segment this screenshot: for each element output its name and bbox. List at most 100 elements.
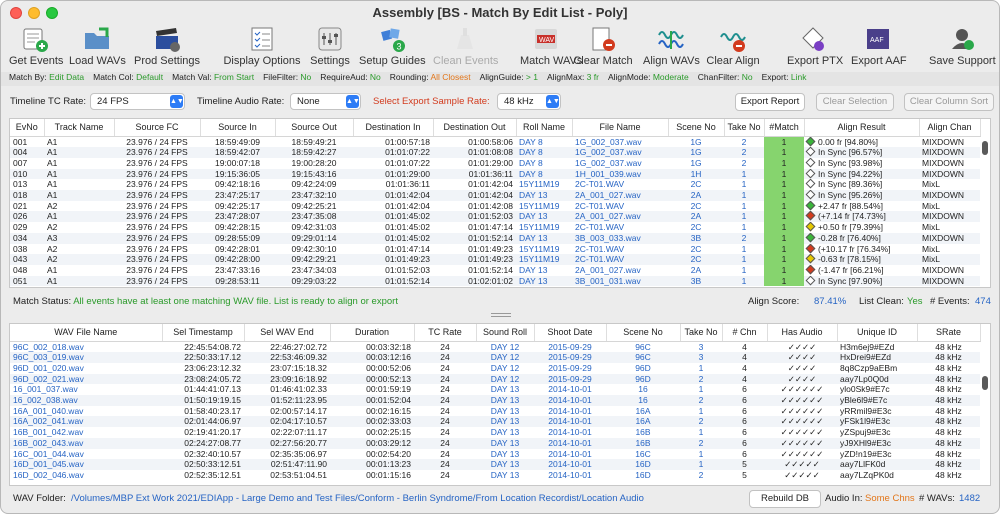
table-row[interactable]: 16D_001_045.wav 02:50:33:12.51 02:51:47:11… (10, 459, 980, 470)
toolbar-button-setup-guides[interactable]: 3 Setup Guides (359, 25, 426, 71)
toolbar-button-clean-events[interactable]: Clean Events (433, 25, 498, 71)
toolbar-button-clear-match[interactable]: Clear Match (573, 25, 633, 71)
column-header[interactable]: Source FC (114, 119, 201, 137)
table-row[interactable]: 16_002_038.wav 01:50:19:19.15 01:52:11:23.… (10, 395, 980, 406)
table-row[interactable]: 16C_001_044.wav 02:32:40:10.57 02:35:35:06… (10, 449, 980, 460)
wav-folder-path[interactable]: /Volumes/MBP Ext Work 2021/EDIApp - Larg… (71, 493, 751, 504)
table-row[interactable]: 16A_001_040.wav 01:58:40:23.17 02:00:57:14… (10, 406, 980, 417)
events-scrollbar[interactable] (982, 141, 988, 155)
table-row[interactable]: 021 A2 23.976 / 24 FPS 09:42:25:17 09:42:25:… (10, 200, 980, 212)
status-item-value: > 1 (525, 72, 538, 82)
export-report-button[interactable]: Export Report (735, 93, 805, 111)
column-header[interactable]: Sel WAV End (244, 324, 331, 342)
table-row[interactable]: 001 A1 23.976 / 24 FPS 18:59:49:09 18:59:49:… (10, 136, 980, 148)
column-header[interactable]: Source In (200, 119, 276, 137)
column-header[interactable]: Take No (680, 324, 723, 342)
table-row[interactable]: 010 A1 23.976 / 24 FPS 19:15:36:05 19:15:43:… (10, 168, 980, 180)
column-header[interactable]: # Chn (722, 324, 768, 342)
wav-scrollbar[interactable] (982, 376, 988, 390)
toolbar-button-align-wavs[interactable]: Align WAVs (643, 25, 700, 71)
toolbar-button-export-ptx[interactable]: Export PTX (787, 25, 843, 71)
table-cell: DAY 8 (519, 157, 543, 168)
clear-column-sort-button[interactable]: Clear Column Sort (904, 93, 994, 111)
table-row[interactable]: 029 A2 23.976 / 24 FPS 09:42:28:15 09:42:31:… (10, 222, 980, 233)
table-cell: 24 (440, 427, 450, 438)
status-diamond-icon (805, 168, 816, 179)
toolbar-button-prod-settings[interactable]: Prod Settings (134, 25, 200, 71)
toolbar-button-load-wavs[interactable]: Load WAVs (69, 25, 126, 71)
column-header[interactable]: Sel Timestamp (162, 324, 245, 342)
wav-table[interactable]: WAV File Name Sel Timestamp Sel WAV End Dur… (9, 323, 991, 486)
toolbar-button-export-aaf[interactable]: AAF Export AAF (851, 25, 907, 71)
table-row[interactable]: 96D_002_021.wav 23:08:24:05.72 23:09:16:18… (10, 373, 980, 385)
export-rate-popup[interactable]: 48 kHz ▲▼ (497, 93, 561, 110)
table-row[interactable]: 004 A1 23.976 / 24 FPS 18:59:42:07 18:59:42:… (10, 147, 980, 158)
toolbar-button-display-options[interactable]: Display Options (223, 25, 301, 71)
column-header[interactable]: Take No (724, 119, 765, 137)
table-row[interactable]: 16A_002_041.wav 02:01:44:06.97 02:04:17:10… (10, 416, 980, 428)
audio-rate-popup[interactable]: None ▲▼ (290, 93, 361, 110)
toolbar-button-clear-align[interactable]: Clear Align (706, 25, 760, 71)
status-item-value: From Start (213, 72, 255, 82)
list-clean-label: List Clean: (859, 296, 904, 307)
toolbar-button-match-wavs[interactable]: WAV Match WAVs (520, 25, 582, 71)
tc-rate-popup[interactable]: 24 FPS ▲▼ (90, 93, 185, 110)
align-waves-icon (657, 25, 685, 53)
table-row[interactable]: 16B_002_043.wav 02:24:27:08.77 02:27:56:20… (10, 437, 980, 449)
table-cell: (+7.14 fr [74.73%] (804, 211, 919, 223)
column-header[interactable]: Destination Out (433, 119, 517, 137)
column-header[interactable]: EvNo (10, 119, 45, 137)
column-header[interactable]: #Match (764, 119, 805, 137)
table-row[interactable]: 038 A2 23.976 / 24 FPS 09:42:28:01 09:42:30:… (10, 243, 980, 255)
table-row[interactable]: 034 A3 23.976 / 24 FPS 09:28:55:09 09:29:01:… (10, 232, 980, 244)
table-row[interactable]: 048 A1 23.976 / 24 FPS 23:47:33:16 23:47:34:… (10, 264, 980, 276)
toolbar-button-get-events[interactable]: Get Events (9, 25, 63, 71)
table-row[interactable]: 007 A1 23.976 / 24 FPS 19:00:07:18 19:00:28:… (10, 157, 980, 169)
column-header[interactable]: File Name (572, 119, 669, 137)
events-table[interactable]: EvNo Track Name Source FC Source In Source O… (9, 118, 991, 288)
table-cell: 01:46:41:02.33 (270, 384, 327, 395)
column-header[interactable]: Has Audio (767, 324, 838, 342)
table-row[interactable]: 96C_002_018.wav 22:45:54:08.72 22:46:27:02… (10, 341, 980, 352)
audio-in-value: Some Chns (865, 493, 915, 504)
column-header[interactable]: Scene No (668, 119, 725, 137)
column-header[interactable]: Sound Roll (476, 324, 535, 342)
table-row[interactable]: 018 A1 23.976 / 24 FPS 23:47:25:17 23:47:32:… (10, 190, 980, 201)
table-row[interactable]: 96D_001_020.wav 23:06:23:12.32 23:07:15:18… (10, 363, 980, 374)
table-row[interactable]: 026 A1 23.976 / 24 FPS 23:47:28:07 23:47:35:… (10, 211, 980, 223)
table-cell: 48 kHz (917, 352, 980, 363)
table-cell: 09:42:29:21 (275, 254, 353, 265)
table-cell: 01:01:42:04 (385, 200, 430, 211)
split-handle[interactable] (491, 313, 511, 317)
toolbar-button-settings[interactable]: Settings (309, 25, 351, 71)
column-header[interactable]: Scene No (606, 324, 681, 342)
rebuild-db-button[interactable]: Rebuild DB (749, 490, 821, 508)
table-row[interactable]: 013 A1 23.976 / 24 FPS 09:42:18:16 09:42:24:… (10, 179, 980, 191)
column-header[interactable]: Align Result (804, 119, 920, 137)
table-row[interactable]: 16B_001_042.wav 02:19:41:20.17 02:22:07:11… (10, 427, 980, 438)
column-header[interactable]: SRate (917, 324, 981, 342)
table-cell: 00:01:15:16 (366, 469, 411, 480)
column-header[interactable]: Track Name (44, 119, 115, 137)
table-row[interactable]: 16_001_037.wav 01:44:41:07.13 01:46:41:02.… (10, 384, 980, 395)
table-cell: 16B_001_042.wav (13, 427, 84, 438)
column-header[interactable]: Roll Name (516, 119, 573, 137)
table-cell: 16A_002_041.wav (10, 416, 162, 428)
toolbar-button-save-support[interactable]: Save Support (929, 25, 996, 71)
table-cell: DAY 13 (476, 395, 534, 406)
column-header[interactable]: Shoot Date (534, 324, 607, 342)
table-row[interactable]: 16D_002_046.wav 02:52:35:12.51 02:53:51:04… (10, 470, 980, 481)
column-header[interactable]: Align Chan (919, 119, 981, 137)
clear-selection-button[interactable]: Clear Selection (816, 93, 894, 111)
column-header[interactable]: WAV File Name (10, 324, 163, 342)
column-header[interactable]: Source Out (275, 119, 354, 137)
table-cell: 1H_001_039.wav (572, 168, 668, 180)
table-row[interactable]: 043 A2 23.976 / 24 FPS 09:42:28:00 09:42:29:… (10, 254, 980, 265)
column-header[interactable]: Duration (330, 324, 415, 342)
column-header[interactable]: TC Rate (414, 324, 477, 342)
column-header[interactable]: Unique ID (837, 324, 918, 342)
table-row[interactable]: 051 A1 23.976 / 24 FPS 09:28:53:11 09:29:03:… (10, 275, 980, 287)
table-cell: MixL (922, 179, 940, 190)
column-header[interactable]: Destination In (353, 119, 434, 137)
table-row[interactable]: 96C_003_019.wav 22:50:33:17.12 22:53:46:09… (10, 352, 980, 363)
